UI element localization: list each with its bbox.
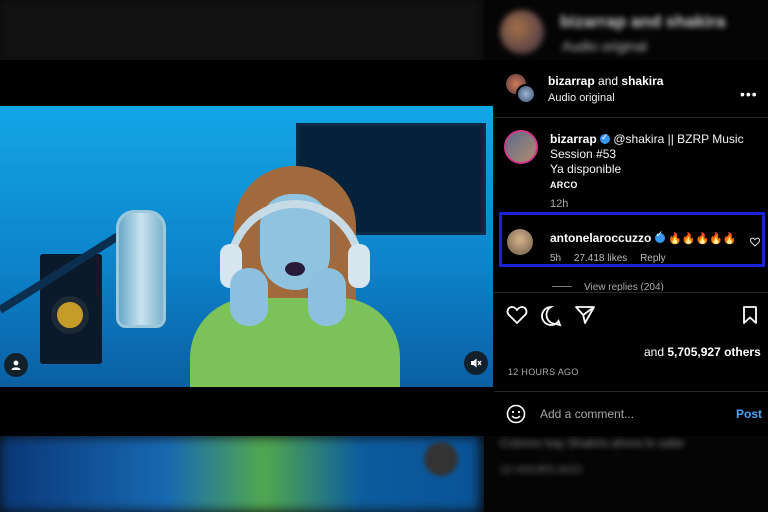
caption-tag: ARCO xyxy=(550,180,578,190)
comment-reply-button[interactable]: Reply xyxy=(640,253,666,264)
post-comment-button[interactable]: Post xyxy=(736,407,762,421)
background-comment: Colores hay Shakira ahora lo sabe xyxy=(500,436,685,450)
comment-likes[interactable]: 27.418 likes xyxy=(574,253,627,264)
caption-time[interactable]: 12h xyxy=(550,198,568,210)
background-video-blur xyxy=(0,436,480,512)
verified-icon xyxy=(600,131,611,146)
caption-avatar[interactable] xyxy=(504,130,538,164)
add-comment-input[interactable]: Add a comment... xyxy=(540,407,634,421)
post-panel: bizarrap and shakira Audio original ••• … xyxy=(494,60,768,436)
video-player[interactable] xyxy=(0,106,493,387)
post-actions: and 5,705,927 others 12 HOURS AGO Add a … xyxy=(494,292,768,436)
background-volume-icon xyxy=(424,442,458,476)
more-options-icon[interactable]: ••• xyxy=(740,86,758,102)
like-heart-icon[interactable] xyxy=(506,305,528,330)
verified-icon xyxy=(654,230,665,243)
user-icon xyxy=(11,360,21,370)
singer-image xyxy=(190,158,400,387)
background-title: bizarrap and shakira xyxy=(560,12,726,31)
view-replies-button[interactable]: View replies (204) xyxy=(552,282,664,291)
post-header: bizarrap and shakira Audio original ••• xyxy=(494,60,768,118)
comment-time[interactable]: 5h xyxy=(550,253,561,264)
comment-username[interactable]: antonelaroccuzzo xyxy=(550,231,651,245)
share-send-icon[interactable] xyxy=(574,305,596,330)
post-time: 12 HOURS AGO xyxy=(508,367,579,377)
caption-text: bizarrap @shakira || BZRP Music Session … xyxy=(550,131,760,177)
comment-text: antonelaroccuzzo 🔥🔥🔥🔥🔥 xyxy=(550,230,737,245)
likes-prefix: and xyxy=(644,345,665,359)
avatar-shakira[interactable] xyxy=(516,84,536,104)
speaker-image xyxy=(40,254,102,364)
user-tags-button[interactable] xyxy=(4,353,28,377)
likes-summary[interactable]: and 5,705,927 others xyxy=(644,345,761,359)
comment-like-heart-icon[interactable] xyxy=(749,237,761,250)
header-user2[interactable]: shakira xyxy=(621,74,663,88)
background-time: 12 HOURS AGO xyxy=(500,464,582,476)
comment-meta: 5h 27.418 likes Reply xyxy=(550,253,676,264)
emoji-smiley-icon[interactable] xyxy=(506,404,526,429)
bookmark-icon[interactable] xyxy=(742,305,758,330)
mute-button[interactable] xyxy=(464,351,488,375)
highlighted-comment: antonelaroccuzzo 🔥🔥🔥🔥🔥 5h 27.418 likes R… xyxy=(499,212,765,267)
comment-emojis: 🔥🔥🔥🔥🔥 xyxy=(668,232,737,245)
header-usernames[interactable]: bizarrap and shakira xyxy=(548,74,663,88)
background-top-bar xyxy=(0,0,480,60)
audio-label[interactable]: Audio original xyxy=(548,92,615,104)
caption-username[interactable]: bizarrap xyxy=(550,132,597,146)
speaker-muted-icon xyxy=(471,358,482,368)
microphone-image xyxy=(116,210,166,328)
likes-count[interactable]: 5,705,927 others xyxy=(667,345,760,359)
background-subtitle: Audio original xyxy=(562,38,647,54)
comment-bubble-icon[interactable] xyxy=(540,305,562,332)
add-comment-row: Add a comment... Post xyxy=(494,391,768,437)
header-user1[interactable]: bizarrap xyxy=(548,74,595,88)
caption-second-line: Ya disponible xyxy=(550,162,622,176)
comment-avatar[interactable] xyxy=(507,229,533,255)
header-and: and xyxy=(598,74,619,88)
background-avatar xyxy=(500,10,544,54)
